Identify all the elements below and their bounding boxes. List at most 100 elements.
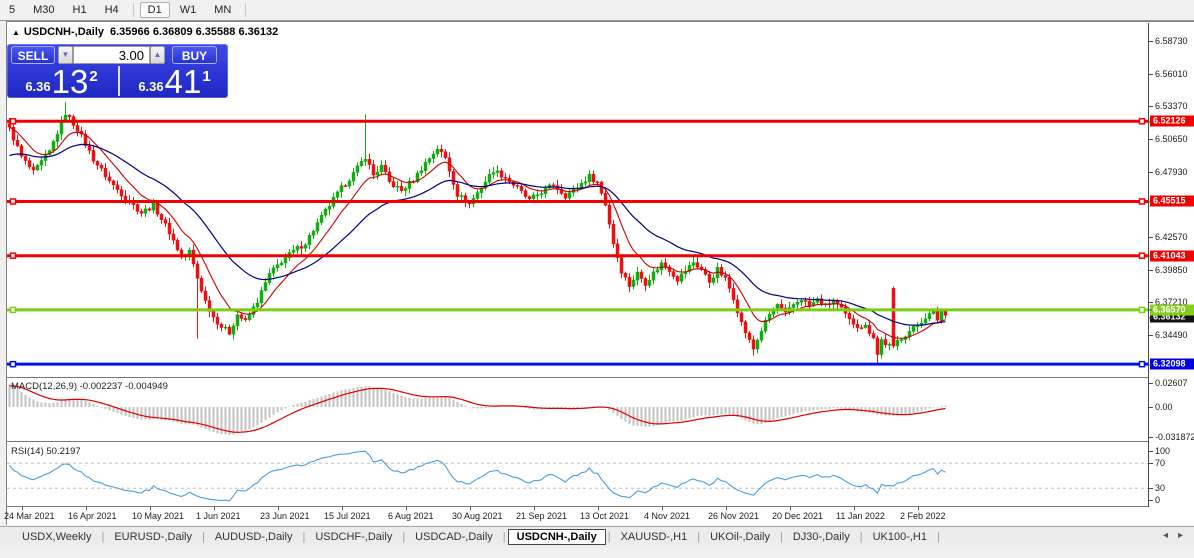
- date-tick-label: 11 Jan 2022: [836, 511, 885, 521]
- sell-price-prefix: 6.36: [25, 79, 50, 94]
- date-tick-label: 10 May 2021: [132, 511, 184, 521]
- date-tick: [406, 507, 407, 510]
- volume-input[interactable]: [73, 46, 150, 64]
- tab-separator: |: [697, 531, 700, 543]
- date-tick: [150, 507, 151, 510]
- one-click-trading-panel: SELL ▼ ▲ BUY 6.36 13 2 6.36 41 1: [7, 44, 228, 98]
- buy-price-big: 41: [165, 67, 202, 97]
- price-tick-label: 70: [1155, 458, 1165, 468]
- price-tick-label: 6.47930: [1155, 167, 1188, 177]
- date-tick-label: 24 Mar 2021: [4, 511, 55, 521]
- date-tick: [214, 507, 215, 510]
- chart-tab-usdx-weekly[interactable]: USDX,Weekly: [14, 529, 99, 545]
- date-tick-label: 6 Aug 2021: [388, 511, 434, 521]
- sell-price-pip: 2: [89, 68, 97, 85]
- date-tick: [726, 507, 727, 510]
- price-scale: 6.58730 6.56010 6.53370 6.50650 6.47930 6.425…: [1148, 23, 1194, 507]
- arrow-down-icon: ▼: [62, 50, 70, 59]
- price-tick-label: 100: [1155, 446, 1170, 456]
- timeframe-button-d1[interactable]: D1: [140, 2, 170, 18]
- timeframe-toolbar: 5M30H1H4 D1W1MN: [0, 0, 1194, 21]
- price-tick-label: -0.031872: [1155, 432, 1194, 442]
- mt4-terminal: 5M30H1H4 D1W1MN ▲ USDCNH-,Daily 6.35966 6.3…: [0, 0, 1194, 558]
- price-tick-label: 6.42570: [1155, 232, 1188, 242]
- tab-separator: |: [780, 531, 783, 543]
- sell-button[interactable]: SELL: [11, 46, 55, 64]
- collapse-triangle-icon[interactable]: ▲: [12, 28, 20, 37]
- tab-separator: |: [202, 531, 205, 543]
- price-tick-label: 6.58730: [1155, 36, 1188, 46]
- chart-ohlc-values: 6.35966 6.36809 6.35588 6.36132: [110, 26, 278, 38]
- chart-tab-usdcad-daily[interactable]: USDCAD-,Daily: [407, 529, 501, 545]
- tab-scroll-right-icon[interactable]: ▸: [1173, 530, 1188, 541]
- tab-scroll-arrows: ◂▸: [1158, 530, 1188, 541]
- price-tick-label: 0: [1155, 495, 1160, 505]
- date-tick: [662, 507, 663, 510]
- date-tick: [86, 507, 87, 510]
- price-tick-label: 30: [1155, 483, 1165, 493]
- date-tick-label: 21 Sep 2021: [516, 511, 567, 521]
- price-tick-label: 6.53370: [1155, 101, 1188, 111]
- date-tick-label: 26 Nov 2021: [708, 511, 759, 521]
- date-tick-label: 15 Jul 2021: [324, 511, 371, 521]
- chart-tab-ukoil-daily[interactable]: UKOil-,Daily: [702, 529, 778, 545]
- date-tick-label: 4 Nov 2021: [644, 511, 690, 521]
- date-tick: [854, 507, 855, 510]
- date-tick-label: 16 Apr 2021: [68, 511, 117, 521]
- date-tick-label: 23 Jun 2021: [260, 511, 310, 521]
- price-tick-label: 0.02607: [1155, 378, 1188, 388]
- toolbar-separator: [133, 3, 134, 17]
- date-axis: 24 Mar 2021 16 Apr 2021 10 May 2021 1 Jun 2…: [7, 507, 1194, 525]
- volume-decrease-button[interactable]: ▼: [58, 46, 73, 64]
- chart-tab-xauusd-h1[interactable]: XAUUSD-,H1: [613, 529, 696, 545]
- date-tick-label: 20 Dec 2021: [772, 511, 823, 521]
- price-tick-label: 0.00: [1155, 402, 1173, 412]
- sell-quote[interactable]: 6.36 13 2: [8, 65, 115, 97]
- tab-separator: |: [860, 531, 863, 543]
- toolbar-separator: [245, 3, 246, 17]
- chart-title-row: ▲ USDCNH-,Daily 6.35966 6.36809 6.35588 6.…: [12, 26, 278, 38]
- chart-tab-bar: USDX,Weekly|EURUSD-,Daily|AUDUSD-,Daily|…: [0, 526, 1194, 547]
- quote-divider: [118, 66, 120, 96]
- chart-tab-uk100-h1[interactable]: UK100-,H1: [865, 529, 935, 545]
- price-level-badge: 6.52126: [1150, 116, 1194, 127]
- timeframe-button-mn[interactable]: MN: [206, 2, 239, 18]
- arrow-up-icon: ▲: [154, 50, 162, 59]
- buy-button[interactable]: BUY: [172, 46, 217, 64]
- chart-tab-usdcnh-daily[interactable]: USDCNH-,Daily: [508, 529, 606, 545]
- date-tick-label: 30 Aug 2021: [452, 511, 503, 521]
- buy-price-pip: 1: [202, 68, 210, 85]
- sell-price-big: 13: [52, 67, 89, 97]
- price-tick-label: 6.56010: [1155, 69, 1188, 79]
- timeframe-button-h4[interactable]: H4: [97, 2, 127, 18]
- chart-tab-audusd-daily[interactable]: AUDUSD-,Daily: [207, 529, 301, 545]
- tab-separator: |: [503, 531, 506, 543]
- tab-separator: |: [937, 531, 940, 543]
- chart-title: USDCNH-,Daily: [24, 26, 104, 38]
- tab-scroll-left-icon[interactable]: ◂: [1158, 530, 1173, 541]
- tab-separator: |: [302, 531, 305, 543]
- timeframe-button-h1[interactable]: H1: [65, 2, 95, 18]
- timeframe-button-w1[interactable]: W1: [172, 2, 205, 18]
- date-tick: [918, 507, 919, 510]
- date-tick: [790, 507, 791, 510]
- timeframe-button-m30[interactable]: M30: [25, 2, 62, 18]
- chart-tab-usdchf-daily[interactable]: USDCHF-,Daily: [307, 529, 400, 545]
- price-tick-label: 6.50650: [1155, 134, 1188, 144]
- timeframe-button-5[interactable]: 5: [1, 2, 23, 18]
- price-level-badge: 6.36570: [1150, 304, 1194, 315]
- date-tick-label: 1 Jun 2021: [196, 511, 241, 521]
- volume-increase-button[interactable]: ▲: [150, 46, 165, 64]
- buy-price-prefix: 6.36: [138, 79, 163, 94]
- date-tick: [22, 507, 23, 510]
- date-tick-label: 2 Feb 2022: [900, 511, 946, 521]
- date-tick-label: 13 Oct 2021: [580, 511, 629, 521]
- tab-separator: |: [402, 531, 405, 543]
- chart-tab-dj30-daily[interactable]: DJ30-,Daily: [785, 529, 858, 545]
- chart-tab-eurusd-daily[interactable]: EURUSD-,Daily: [106, 529, 200, 545]
- rsi-indicator-label: RSI(14) 50.2197: [11, 446, 81, 457]
- price-level-badge: 6.45515: [1150, 196, 1194, 207]
- price-tick-label: 6.39850: [1155, 265, 1188, 275]
- buy-quote[interactable]: 6.36 41 1: [121, 65, 228, 97]
- price-level-badge: 6.41043: [1150, 250, 1194, 261]
